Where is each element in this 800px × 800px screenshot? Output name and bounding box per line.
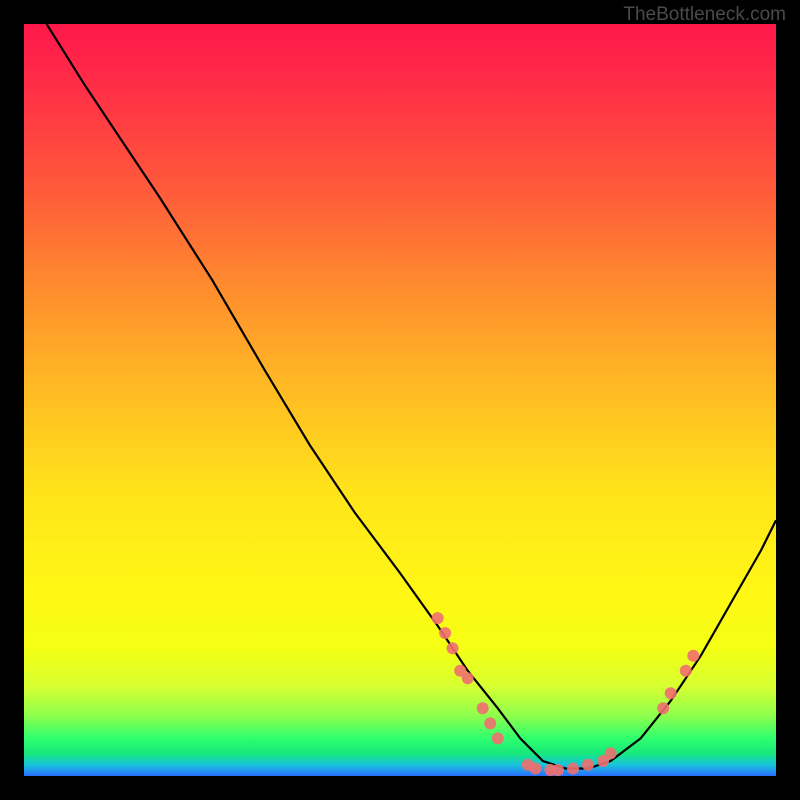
curve-marker	[492, 732, 504, 744]
curve-marker	[447, 642, 459, 654]
curve-line	[47, 24, 776, 769]
curve-marker	[665, 687, 677, 699]
curve-marker	[657, 702, 669, 714]
curve-marker	[484, 717, 496, 729]
curve-marker	[582, 759, 594, 771]
watermark-text: TheBottleneck.com	[623, 4, 786, 26]
marker-group	[432, 612, 700, 776]
curve-marker	[439, 627, 451, 639]
curve-marker	[462, 672, 474, 684]
curve-marker	[432, 612, 444, 624]
curve-marker	[567, 763, 579, 775]
curve-marker	[529, 763, 541, 775]
bottleneck-curve	[47, 24, 776, 769]
curve-marker	[687, 650, 699, 662]
chart-area	[24, 24, 776, 776]
curve-marker	[552, 764, 564, 776]
curve-marker	[477, 702, 489, 714]
curve-marker	[680, 665, 692, 677]
chart-svg	[24, 24, 776, 776]
curve-marker	[605, 747, 617, 759]
